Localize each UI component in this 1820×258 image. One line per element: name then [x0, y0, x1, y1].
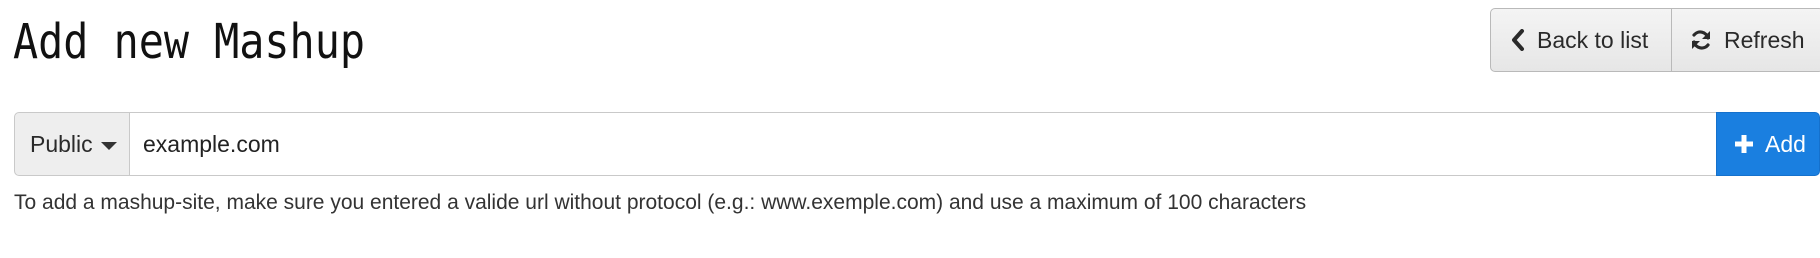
header-button-group: Back to list Refresh — [1490, 8, 1820, 72]
visibility-dropdown[interactable]: Public — [14, 112, 130, 176]
add-label: Add — [1765, 130, 1806, 157]
add-button[interactable]: Add — [1716, 112, 1820, 176]
page-title: Add new Mashup — [13, 14, 365, 70]
chevron-left-icon — [1511, 29, 1525, 51]
refresh-icon — [1690, 29, 1712, 51]
back-to-list-label: Back to list — [1537, 26, 1649, 53]
refresh-button[interactable]: Refresh — [1672, 8, 1820, 72]
mashup-url-input[interactable] — [130, 112, 1716, 176]
back-to-list-button[interactable]: Back to list — [1490, 8, 1672, 72]
visibility-label: Public — [30, 130, 93, 157]
add-mashup-form: Public Add — [14, 112, 1820, 176]
refresh-label: Refresh — [1724, 26, 1805, 53]
help-text: To add a mashup-site, make sure you ente… — [14, 191, 1307, 214]
caret-down-icon — [100, 141, 117, 150]
plus-icon — [1735, 135, 1753, 153]
